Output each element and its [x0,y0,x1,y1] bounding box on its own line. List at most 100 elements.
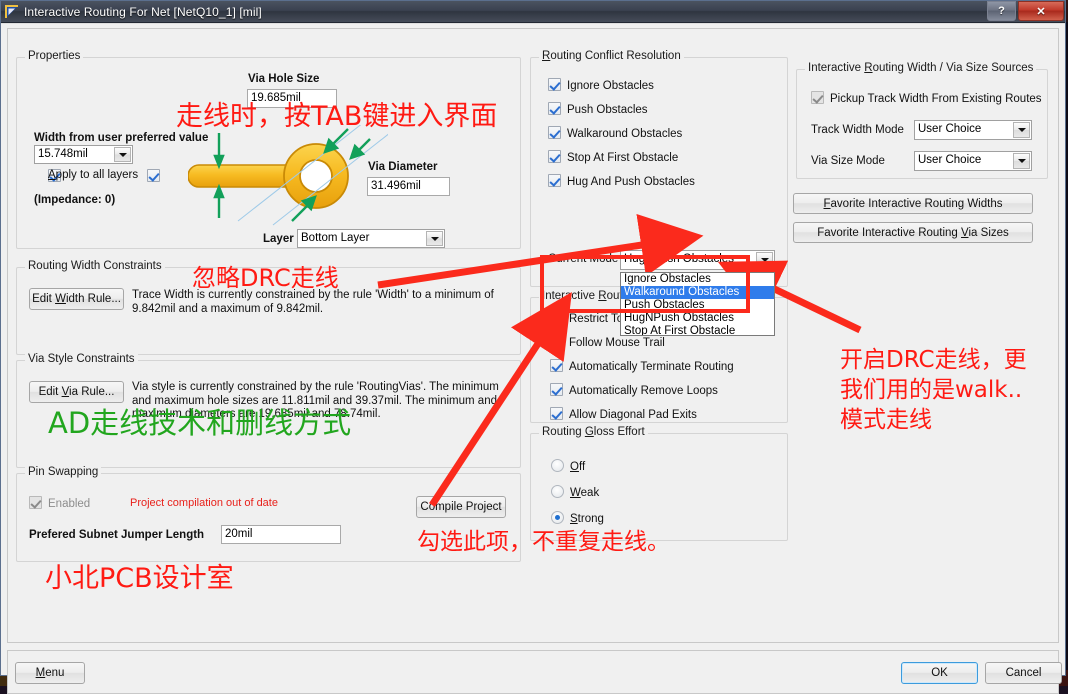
via-size-mode-label: Via Size Mode [811,155,885,167]
pin-swapping-enabled-label: Enabled [48,498,91,510]
track-width-mode-label: Track Width Mode [811,124,904,136]
routing-option-label: Allow Diagonal Pad Exits [569,409,697,421]
checkbox-box [550,335,563,348]
compile-project-button[interactable]: Compile Project [416,496,506,518]
dropdown-option-walkaround-obstacles[interactable]: Walkaround Obstacles [621,286,774,299]
favorite-routing-via-sizes-button[interactable]: Favorite Interactive Routing Via Sizes [793,222,1033,243]
compile-project-label: Compile Project [420,501,502,513]
edit-via-rule-button[interactable]: Edit Via Rule... [29,381,124,403]
dropdown-option-stop-at-first-obstacle[interactable]: Stop At First Obstacle [621,325,774,335]
track-width-combo[interactable]: 15.748mil [34,145,133,164]
checkbox-box [550,359,563,372]
gloss-option-off[interactable]: Off [551,459,585,473]
checkbox-box [550,311,563,324]
conflict-item-push-obstacles[interactable]: Push Obstacles [548,102,648,116]
gloss-option-strong[interactable]: Strong [551,511,604,525]
routing-option-label: Follow Mouse Trail [569,337,665,349]
via-preview-graphic [187,118,401,235]
chevron-down-icon[interactable] [114,147,131,162]
chevron-down-icon[interactable] [426,231,443,246]
routing-option-follow-mouse-trail[interactable]: Follow Mouse Trail [550,335,665,349]
checkbox-box [548,126,561,139]
track-width-mode-value: User Choice [918,123,982,135]
checkbox-box [548,102,561,115]
compile-warning-text: Project compilation out of date [130,497,278,509]
via-style-constraints-description: Via style is currently constrained by th… [132,381,499,420]
via-size-mode-value: User Choice [918,154,982,166]
current-mode-combo[interactable]: HugNPush Obstacles [620,250,775,270]
routing-option-auto-remove-loops[interactable]: Automatically Remove Loops [550,383,718,397]
conflict-item-hug-and-push-obstacles[interactable]: Hug And Push Obstacles [548,174,695,188]
apply-all-layers-label: Apply to all layers [48,169,139,181]
routing-conflict-resolution-title: Routing Conflict Resolution [539,50,684,62]
window-title: Interactive Routing For Net [NetQ10_1] [… [24,4,262,19]
jumper-length-input[interactable]: 20mil [221,525,341,544]
altium-pcb-icon [4,4,20,20]
pin-swapping-enabled-checkbox[interactable]: Enabled [29,496,90,510]
chevron-down-icon[interactable] [1013,153,1030,169]
dialog-client-area: Properties Via Hole Size 19.685mil Via D… [1,23,1065,694]
apply-all-layers-checkbox-right[interactable] [147,169,166,183]
radio-dot [551,459,564,472]
radio-dot [551,511,564,524]
current-mode-combo-value: HugNPush Obstacles [624,253,734,265]
pickup-track-width-checkbox[interactable]: Pickup Track Width From Existing Routes [811,91,1042,105]
track-width-combo-value: 15.748mil [38,148,88,160]
ok-button-label: OK [931,667,948,679]
gloss-option-label: Strong [570,513,604,525]
close-button[interactable]: ✕ [1018,1,1064,21]
conflict-item-stop-at-first-obstacle[interactable]: Stop At First Obstacle [548,150,678,164]
checkbox-box [548,174,561,187]
favorite-routing-widths-button[interactable]: Favorite Interactive Routing Widths [793,193,1033,214]
via-style-constraints-title: Via Style Constraints [25,353,138,365]
current-mode-dropdown-list[interactable]: Ignore Obstacles Walkaround Obstacles Pu… [620,272,775,336]
impedance-label: (Impedance: 0) [34,194,116,206]
via-hole-size-input[interactable]: 19.685mil [247,89,337,108]
routing-width-constraints-description: Trace Width is currently constrained by … [132,289,494,315]
routing-option-allow-diagonal-pad-exits[interactable]: Allow Diagonal Pad Exits [550,407,697,421]
conflict-item-walkaround-obstacles[interactable]: Walkaround Obstacles [548,126,682,140]
conflict-item-label: Walkaround Obstacles [567,128,683,140]
chevron-down-icon[interactable] [756,252,773,268]
checkbox-box [548,150,561,163]
window-controls: ? ✕ [987,1,1064,21]
checkbox-box [548,78,561,91]
menu-button[interactable]: Menu [15,662,85,684]
chevron-down-icon[interactable] [1013,122,1030,138]
routing-option-label: Automatically Remove Loops [569,385,718,397]
dropdown-option-push-obstacles[interactable]: Push Obstacles [621,299,774,312]
routing-option-auto-terminate-routing[interactable]: Automatically Terminate Routing [550,359,734,373]
conflict-item-ignore-obstacles[interactable]: Ignore Obstacles [548,78,654,92]
edit-width-rule-button[interactable]: Edit Width Rule... [29,288,124,310]
cancel-button[interactable]: Cancel [985,662,1062,684]
routing-width-constraints-title: Routing Width Constraints [25,260,165,272]
checkbox-box [811,91,824,104]
gloss-option-label: Weak [570,487,600,499]
dropdown-option-ignore-obstacles[interactable]: Ignore Obstacles [621,273,774,286]
title-bar[interactable]: Interactive Routing For Net [NetQ10_1] [… [1,1,1065,23]
conflict-item-label: Push Obstacles [567,104,648,116]
help-button[interactable]: ? [987,1,1016,21]
routing-gloss-effort-title: Routing Gloss Effort [539,426,648,438]
checkbox-box [29,496,42,509]
pickup-track-width-label: Pickup Track Width From Existing Routes [830,93,1042,105]
cancel-button-label: Cancel [1005,667,1042,679]
via-size-mode-combo[interactable]: User Choice [914,151,1032,171]
width-via-sources-title: Interactive Routing Width / Via Size Sou… [805,62,1037,74]
checkbox-box [550,407,563,420]
conflict-item-label: Ignore Obstacles [567,80,654,92]
jumper-length-label: Prefered Subnet Jumper Length [29,529,205,541]
checkbox-box [550,383,563,396]
dropdown-option-hugnpush-obstacles[interactable]: HugNPush Obstacles [621,312,774,325]
interactive-routing-dialog: Interactive Routing For Net [NetQ10_1] [… [0,0,1066,694]
track-width-mode-combo[interactable]: User Choice [914,120,1032,140]
gloss-option-label: Off [570,461,586,473]
ok-button[interactable]: OK [901,662,978,684]
settings-panel: Properties Via Hole Size 19.685mil Via D… [7,28,1059,643]
properties-group-title: Properties [25,50,84,62]
track-width-source-label: Width from user preferred value [34,132,209,144]
gloss-option-weak[interactable]: Weak [551,485,599,499]
conflict-item-label: Stop At First Obstacle [567,152,679,164]
conflict-item-label: Hug And Push Obstacles [567,176,695,188]
current-mode-label: Current Mode [548,253,619,265]
